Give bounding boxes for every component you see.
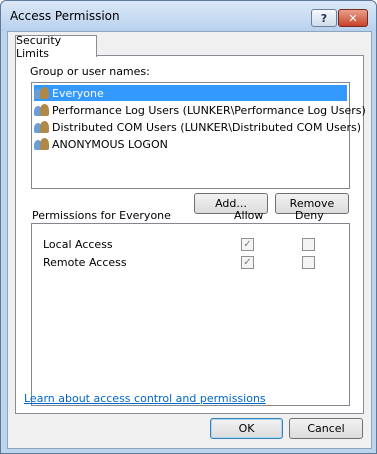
permission-row-local-access: Local Access <box>43 236 113 252</box>
remote-access-allow-checkbox[interactable]: ✓ <box>241 256 254 269</box>
list-item-label: Everyone <box>52 86 104 100</box>
close-icon: ✕ <box>348 11 358 25</box>
help-icon: ? <box>320 11 328 25</box>
local-access-deny-checkbox[interactable] <box>302 238 315 251</box>
window-title: Access Permission <box>10 9 120 23</box>
close-button[interactable]: ✕ <box>338 9 368 27</box>
checkmark-icon: ✓ <box>243 238 252 250</box>
permissions-table: Local Access ✓ Remote Access ✓ <box>31 223 350 406</box>
list-item-label: Distributed COM Users (LUNKER\Distribute… <box>52 120 362 134</box>
user-group-icon <box>34 120 50 134</box>
list-item-anonymous-logon[interactable]: ANONYMOUS LOGON <box>34 136 168 152</box>
dialog-client-area: Security Limits Group or user names: Eve… <box>7 31 372 449</box>
checkmark-icon: ✓ <box>243 256 252 268</box>
tab-label: Security Limits <box>16 33 62 60</box>
access-permission-dialog: Access Permission ? ✕ Security Limits Gr… <box>0 0 377 454</box>
permission-label: Remote Access <box>43 255 127 269</box>
tab-panel: Group or user names: Everyone Performanc… <box>15 55 366 414</box>
title-bar[interactable]: Access Permission ? ✕ <box>1 1 376 31</box>
ok-button[interactable]: OK <box>210 418 283 439</box>
permission-label: Local Access <box>43 237 113 251</box>
user-group-icon <box>34 103 50 117</box>
list-item-performance-log-users[interactable]: Performance Log Users (LUNKER\Performanc… <box>34 102 366 118</box>
allow-column-header: Allow <box>234 209 264 222</box>
local-access-allow-checkbox[interactable]: ✓ <box>241 238 254 251</box>
deny-column-header: Deny <box>295 209 324 222</box>
ok-button-label: OK <box>238 422 255 435</box>
remote-access-deny-checkbox[interactable] <box>302 256 315 269</box>
user-group-icon <box>34 86 50 100</box>
tab-security-limits[interactable]: Security Limits <box>15 33 97 60</box>
cancel-button[interactable]: Cancel <box>289 418 363 439</box>
help-button[interactable]: ? <box>311 9 337 27</box>
user-group-icon <box>34 137 50 151</box>
learn-more-link[interactable]: Learn about access control and permissio… <box>24 392 266 405</box>
list-item-label: ANONYMOUS LOGON <box>52 137 168 151</box>
group-names-label: Group or user names: <box>30 65 150 78</box>
group-user-listbox[interactable]: Everyone Performance Log Users (LUNKER\P… <box>31 82 366 189</box>
list-item-everyone[interactable]: Everyone <box>34 85 347 101</box>
list-item-label: Performance Log Users (LUNKER\Performanc… <box>52 103 366 117</box>
cancel-button-label: Cancel <box>307 422 345 435</box>
permission-row-remote-access: Remote Access <box>43 254 127 270</box>
permissions-label: Permissions for Everyone <box>32 209 171 222</box>
list-item-distributed-com-users[interactable]: Distributed COM Users (LUNKER\Distribute… <box>34 119 361 135</box>
